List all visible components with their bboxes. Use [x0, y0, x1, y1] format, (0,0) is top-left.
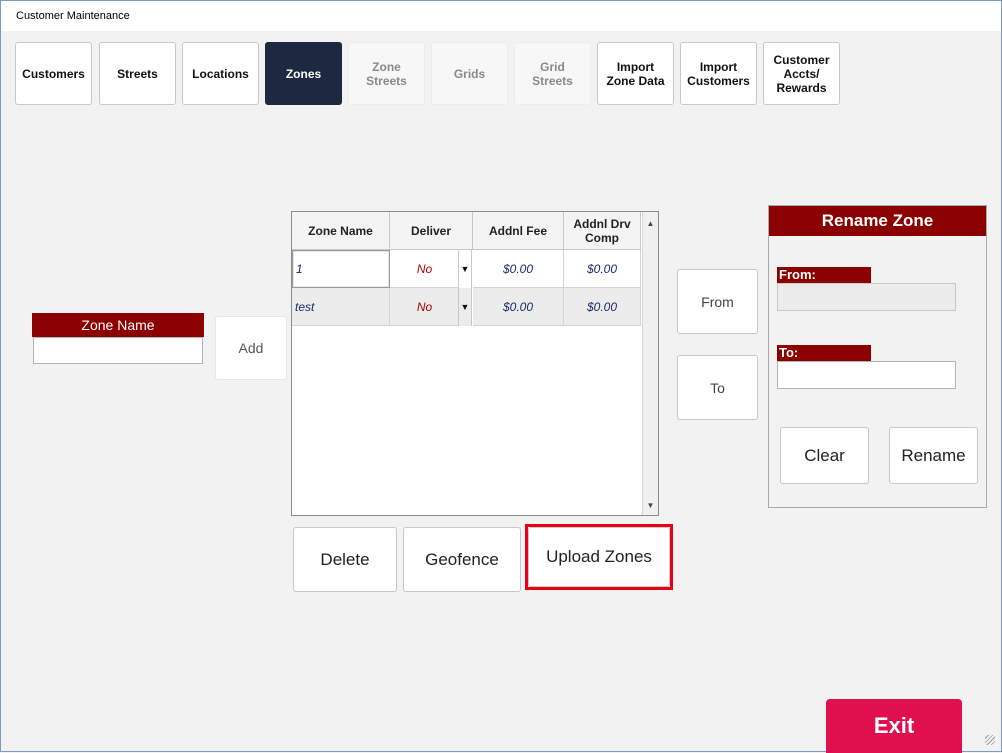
grid-scrollbar[interactable]: ▲ ▼ — [642, 212, 658, 515]
cell-zone-name[interactable]: test — [292, 288, 390, 326]
scroll-down-icon[interactable]: ▼ — [643, 498, 658, 512]
tab-streets[interactable]: Streets — [99, 42, 176, 105]
column-header-addnl-fee[interactable]: Addnl Fee — [473, 212, 564, 250]
tab-import-zone-data[interactable]: Import Zone Data — [597, 42, 674, 105]
tab-locations[interactable]: Locations — [182, 42, 259, 105]
to-button[interactable]: To — [677, 355, 758, 420]
cell-deliver[interactable]: No — [390, 250, 459, 288]
tab-import-customers[interactable]: Import Customers — [680, 42, 757, 105]
rename-from-field[interactable] — [777, 283, 956, 311]
tab-grid-streets[interactable]: Grid Streets — [514, 42, 591, 105]
column-header-deliver[interactable]: Deliver — [390, 212, 473, 250]
deliver-dropdown-icon[interactable]: ▼ — [458, 288, 472, 326]
cell-zone-name[interactable]: 1 — [292, 250, 390, 288]
tab-customer-accts-rewards[interactable]: Customer Accts/ Rewards — [763, 42, 840, 105]
scroll-up-icon[interactable]: ▲ — [643, 216, 658, 230]
column-header-addnl-drv-comp[interactable]: Addnl Drv Comp — [564, 212, 641, 250]
column-header-zone-name[interactable]: Zone Name — [292, 212, 390, 250]
geofence-button[interactable]: Geofence — [403, 527, 521, 592]
zone-name-input[interactable] — [33, 337, 203, 364]
title-bar: Customer Maintenance — [1, 1, 1001, 31]
exit-button[interactable]: Exit — [826, 699, 962, 753]
deliver-dropdown-icon[interactable]: ▼ — [458, 250, 472, 288]
zone-name-label: Zone Name — [32, 313, 204, 337]
upload-zones-button[interactable]: Upload Zones — [528, 527, 670, 587]
from-button[interactable]: From — [677, 269, 758, 334]
window-title: Customer Maintenance — [16, 10, 130, 22]
tab-zones[interactable]: Zones — [265, 42, 342, 105]
zones-grid: Zone Name Deliver Addnl Fee Addnl Drv Co… — [291, 211, 659, 516]
delete-button[interactable]: Delete — [293, 527, 397, 592]
add-zone-button[interactable]: Add — [215, 316, 287, 380]
cell-addnl-drv-comp[interactable]: $0.00 — [564, 250, 641, 288]
rename-button[interactable]: Rename — [889, 427, 978, 484]
from-label: From: — [777, 267, 871, 283]
customer-maintenance-window: Customer Maintenance Customers Streets L… — [0, 0, 1002, 753]
rename-zone-title: Rename Zone — [769, 206, 986, 236]
cell-addnl-drv-comp[interactable]: $0.00 — [564, 288, 641, 326]
clear-button[interactable]: Clear — [780, 427, 869, 484]
tab-customers[interactable]: Customers — [15, 42, 92, 105]
cell-deliver[interactable]: No — [390, 288, 459, 326]
tab-zone-streets[interactable]: Zone Streets — [348, 42, 425, 105]
cell-addnl-fee[interactable]: $0.00 — [473, 250, 564, 288]
rename-zone-panel: Rename Zone From: To: Clear Rename — [768, 205, 987, 508]
resize-grip-icon[interactable] — [985, 735, 995, 745]
tab-grids[interactable]: Grids — [431, 42, 508, 105]
cell-addnl-fee[interactable]: $0.00 — [473, 288, 564, 326]
to-label: To: — [777, 345, 871, 361]
rename-to-field[interactable] — [777, 361, 956, 389]
